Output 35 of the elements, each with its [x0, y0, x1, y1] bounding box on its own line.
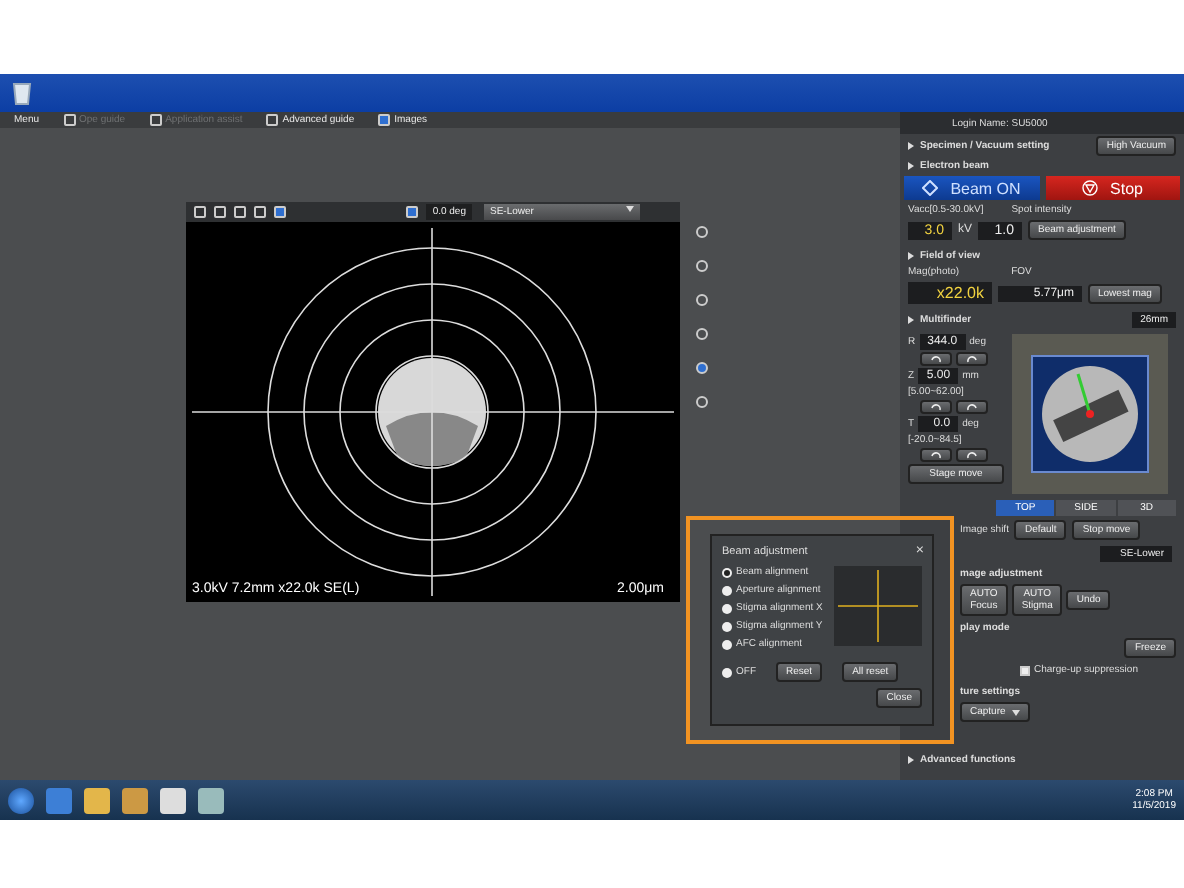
diamond-icon [922, 180, 939, 196]
tool-icon[interactable] [696, 362, 708, 374]
magnification-field: x22.0k [908, 282, 992, 304]
stop-icon [1082, 180, 1099, 196]
beam-on-button[interactable]: Beam ON [904, 176, 1039, 200]
tool-icon[interactable] [696, 396, 708, 408]
alignment-pad[interactable] [834, 566, 922, 646]
specimen-stage-drawing [1030, 354, 1150, 474]
step-button[interactable] [920, 352, 952, 366]
radio-button[interactable] [722, 621, 732, 631]
media-icon[interactable] [122, 787, 148, 813]
step-button[interactable] [920, 400, 952, 414]
step-button[interactable] [920, 448, 952, 462]
radio-button[interactable] [722, 639, 732, 649]
specimen-drawing [378, 358, 486, 466]
crosshair-icon [834, 566, 922, 646]
recycle-bin-icon[interactable] [12, 80, 32, 106]
step-button[interactable] [956, 400, 988, 414]
tool-icon[interactable] [696, 260, 708, 272]
tool-icon[interactable] [696, 328, 708, 340]
folder-icon[interactable] [84, 787, 110, 813]
tool-icon[interactable] [696, 294, 708, 306]
step-button[interactable] [956, 352, 988, 366]
stop-button[interactable]: Stop [1045, 176, 1180, 200]
tool-icon[interactable] [696, 226, 708, 238]
app-icon[interactable] [160, 787, 186, 813]
radio-button[interactable] [722, 603, 732, 613]
app-icon[interactable] [198, 787, 224, 813]
browser-icon[interactable] [46, 787, 72, 813]
start-button[interactable] [8, 787, 34, 813]
radio-button[interactable] [722, 667, 732, 677]
step-button[interactable] [956, 448, 988, 462]
radio-button[interactable] [722, 585, 732, 595]
radio-button[interactable] [722, 567, 732, 577]
checkbox[interactable] [1020, 665, 1030, 675]
